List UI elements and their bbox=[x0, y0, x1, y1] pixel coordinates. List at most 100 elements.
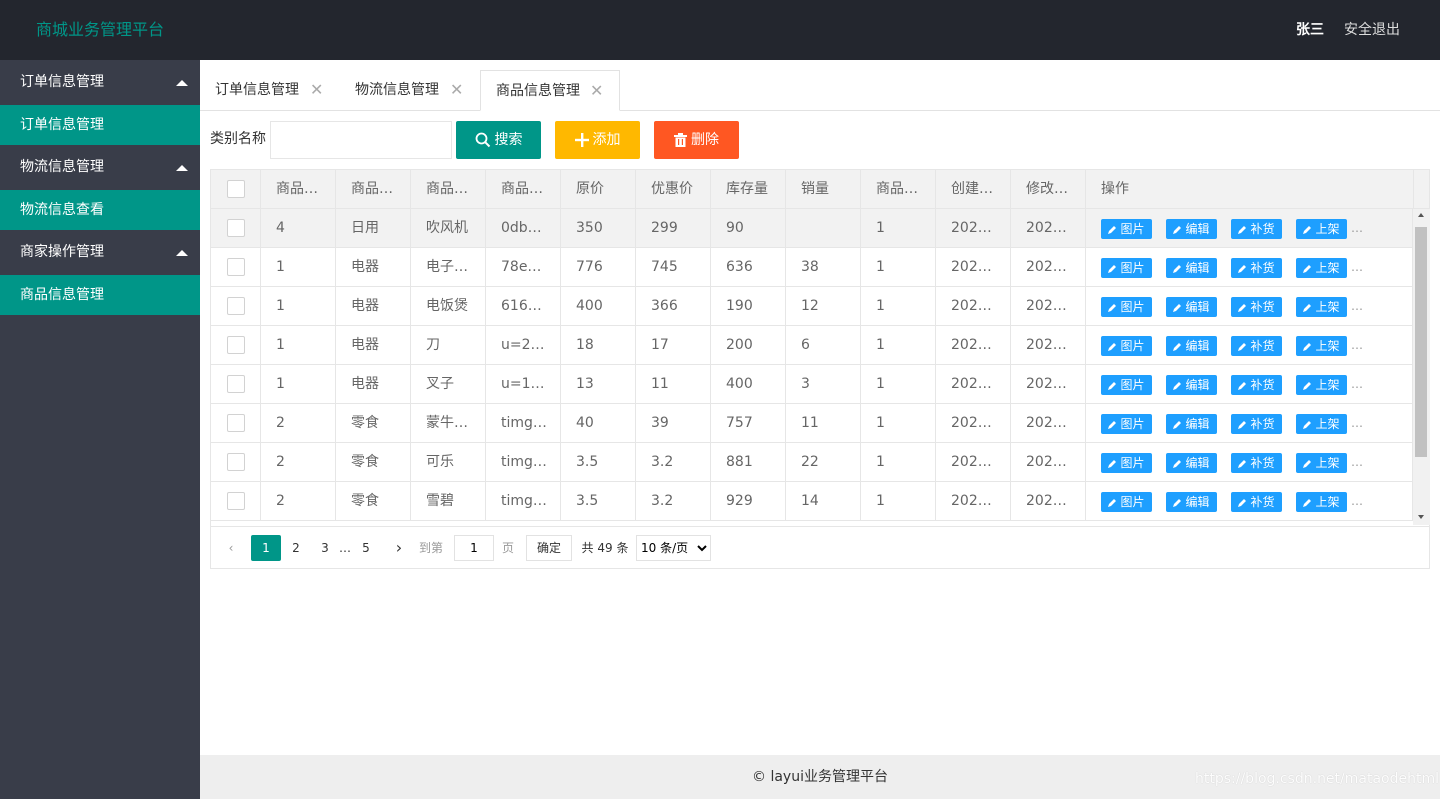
row-action-button[interactable]: 补货 bbox=[1231, 414, 1282, 434]
user-name[interactable]: 张三 bbox=[1296, 21, 1324, 39]
row-action-button[interactable]: 图片 bbox=[1101, 219, 1152, 239]
table-row[interactable]: 2 零食 雪碧 timg… 3.5 3.2 929 14 1 202… 202… 图片 编辑 补货 上架… bbox=[211, 482, 1413, 521]
goto-page-input[interactable] bbox=[454, 535, 494, 561]
close-icon[interactable]: ✕ bbox=[450, 70, 463, 110]
row-action-button[interactable]: 图片 bbox=[1101, 414, 1152, 434]
row-action-button[interactable]: 编辑 bbox=[1166, 453, 1217, 473]
column-header[interactable]: 销量 bbox=[786, 170, 861, 209]
page-2[interactable]: 2 bbox=[286, 535, 306, 561]
column-header[interactable]: 修改… bbox=[1011, 170, 1086, 209]
row-action-button[interactable]: 上架 bbox=[1296, 414, 1347, 434]
sidebar-item-products[interactable]: 商品信息管理 bbox=[0, 275, 200, 315]
row-checkbox[interactable] bbox=[227, 297, 245, 315]
page-5[interactable]: 5 bbox=[356, 535, 376, 561]
more-actions[interactable]: … bbox=[1351, 443, 1363, 481]
row-action-button[interactable]: 编辑 bbox=[1166, 492, 1217, 512]
row-action-button[interactable]: 补货 bbox=[1231, 297, 1282, 317]
table-row[interactable]: 1 电器 电饭煲 616… 400 366 190 12 1 202… 202… 图片 编辑 补货 上架… bbox=[211, 287, 1413, 326]
page-3[interactable]: 3 bbox=[315, 535, 335, 561]
vertical-scrollbar[interactable] bbox=[1413, 209, 1430, 525]
page-1[interactable]: 1 bbox=[251, 535, 281, 561]
scroll-up-icon[interactable] bbox=[1418, 213, 1424, 217]
table-row[interactable]: 4 日用 吹风机 0db… 350 299 90 1 202… 202… 图片 编辑 补货 上架… bbox=[211, 209, 1413, 248]
add-button[interactable]: 添加 bbox=[555, 121, 640, 159]
row-action-button[interactable]: 补货 bbox=[1231, 375, 1282, 395]
sidebar-item-orders[interactable]: 订单信息管理 bbox=[0, 105, 200, 145]
row-action-button[interactable]: 图片 bbox=[1101, 375, 1152, 395]
column-header[interactable]: 商品… bbox=[261, 170, 336, 209]
row-action-button[interactable]: 编辑 bbox=[1166, 258, 1217, 278]
more-actions[interactable]: … bbox=[1351, 482, 1363, 520]
table-row[interactable]: 1 电器 叉子 u=1… 13 11 400 3 1 202… 202… 图片 编辑 补货 上架… bbox=[211, 365, 1413, 404]
more-actions[interactable]: … bbox=[1351, 404, 1363, 442]
row-action-button[interactable]: 上架 bbox=[1296, 375, 1347, 395]
tab-logistics[interactable]: 物流信息管理 ✕ bbox=[340, 70, 475, 111]
column-header[interactable]: 优惠价 bbox=[636, 170, 711, 209]
close-icon[interactable]: ✕ bbox=[590, 71, 603, 111]
row-action-button[interactable]: 补货 bbox=[1231, 453, 1282, 473]
tab-products[interactable]: 商品信息管理 ✕ bbox=[480, 70, 620, 111]
sidebar-item-logistics[interactable]: 物流信息查看 bbox=[0, 190, 200, 230]
category-search-input[interactable] bbox=[270, 121, 452, 159]
table-row[interactable]: 1 电器 电子… 78e… 776 745 636 38 1 202… 202… 图片 编辑 补货 上架… bbox=[211, 248, 1413, 287]
row-action-button[interactable]: 上架 bbox=[1296, 336, 1347, 356]
more-actions[interactable]: … bbox=[1351, 287, 1363, 325]
column-header[interactable]: 库存量 bbox=[711, 170, 786, 209]
tab-orders[interactable]: 订单信息管理 ✕ bbox=[200, 70, 335, 111]
next-page-icon[interactable]: › bbox=[391, 535, 407, 561]
column-header[interactable]: 创建… bbox=[936, 170, 1011, 209]
column-header[interactable]: 原价 bbox=[561, 170, 636, 209]
row-action-button[interactable]: 上架 bbox=[1296, 258, 1347, 278]
sidebar-group-merchant[interactable]: 商家操作管理 bbox=[0, 230, 200, 275]
row-checkbox[interactable] bbox=[227, 492, 245, 510]
row-checkbox[interactable] bbox=[227, 414, 245, 432]
row-action-button[interactable]: 补货 bbox=[1231, 258, 1282, 278]
table-row[interactable]: 2 零食 蒙牛… timg… 40 39 757 11 1 202… 202… 图片 编辑 补货 上架… bbox=[211, 404, 1413, 443]
row-action-button[interactable]: 图片 bbox=[1101, 258, 1152, 278]
select-all-checkbox[interactable] bbox=[227, 180, 245, 198]
sidebar-group-logistics[interactable]: 物流信息管理 bbox=[0, 145, 200, 190]
search-button[interactable]: 搜索 bbox=[456, 121, 541, 159]
row-checkbox[interactable] bbox=[227, 258, 245, 276]
column-header[interactable]: 商品… bbox=[411, 170, 486, 209]
row-action-button[interactable]: 上架 bbox=[1296, 453, 1347, 473]
row-action-button[interactable]: 编辑 bbox=[1166, 297, 1217, 317]
table-row[interactable]: 2 零食 可乐 timg… 3.5 3.2 881 22 1 202… 202… 图片 编辑 补货 上架… bbox=[211, 443, 1413, 482]
row-action-button[interactable]: 上架 bbox=[1296, 492, 1347, 512]
row-action-button[interactable]: 补货 bbox=[1231, 219, 1282, 239]
row-action-button[interactable]: 图片 bbox=[1101, 297, 1152, 317]
row-action-button[interactable]: 图片 bbox=[1101, 492, 1152, 512]
row-action-button[interactable]: 上架 bbox=[1296, 297, 1347, 317]
app-logo[interactable]: 商城业务管理平台 bbox=[36, 19, 164, 41]
prev-page-icon[interactable]: ‹ bbox=[223, 535, 239, 561]
goto-confirm-button[interactable]: 确定 bbox=[526, 535, 572, 561]
row-action-button[interactable]: 补货 bbox=[1231, 336, 1282, 356]
row-action-button[interactable]: 编辑 bbox=[1166, 219, 1217, 239]
row-checkbox[interactable] bbox=[227, 375, 245, 393]
row-checkbox[interactable] bbox=[227, 336, 245, 354]
per-page-select[interactable]: 10 条/页 bbox=[636, 535, 711, 561]
scroll-down-icon[interactable] bbox=[1418, 515, 1424, 519]
row-checkbox[interactable] bbox=[227, 453, 245, 471]
column-header[interactable]: 商品… bbox=[861, 170, 936, 209]
row-action-button[interactable]: 编辑 bbox=[1166, 336, 1217, 356]
more-actions[interactable]: … bbox=[1351, 365, 1363, 403]
column-header[interactable]: 商品… bbox=[336, 170, 411, 209]
row-action-button[interactable]: 编辑 bbox=[1166, 414, 1217, 434]
sidebar-group-orders[interactable]: 订单信息管理 bbox=[0, 60, 200, 105]
logout-link[interactable]: 安全退出 bbox=[1344, 21, 1400, 39]
table-row[interactable]: 1 电器刀 u=2… 18 17 200 6 1 202… 202… 图片 编辑 补货 上架… bbox=[211, 326, 1413, 365]
row-action-button[interactable]: 图片 bbox=[1101, 453, 1152, 473]
row-action-button[interactable]: 图片 bbox=[1101, 336, 1152, 356]
delete-button[interactable]: 删除 bbox=[654, 121, 739, 159]
more-actions[interactable]: … bbox=[1351, 248, 1363, 286]
more-actions[interactable]: … bbox=[1351, 326, 1363, 364]
row-action-button[interactable]: 补货 bbox=[1231, 492, 1282, 512]
row-checkbox[interactable] bbox=[227, 219, 245, 237]
row-action-button[interactable]: 编辑 bbox=[1166, 375, 1217, 395]
more-actions[interactable]: … bbox=[1351, 209, 1363, 247]
scroll-thumb[interactable] bbox=[1415, 227, 1427, 457]
column-header[interactable]: 商品… bbox=[486, 170, 561, 209]
close-icon[interactable]: ✕ bbox=[310, 70, 323, 110]
row-action-button[interactable]: 上架 bbox=[1296, 219, 1347, 239]
